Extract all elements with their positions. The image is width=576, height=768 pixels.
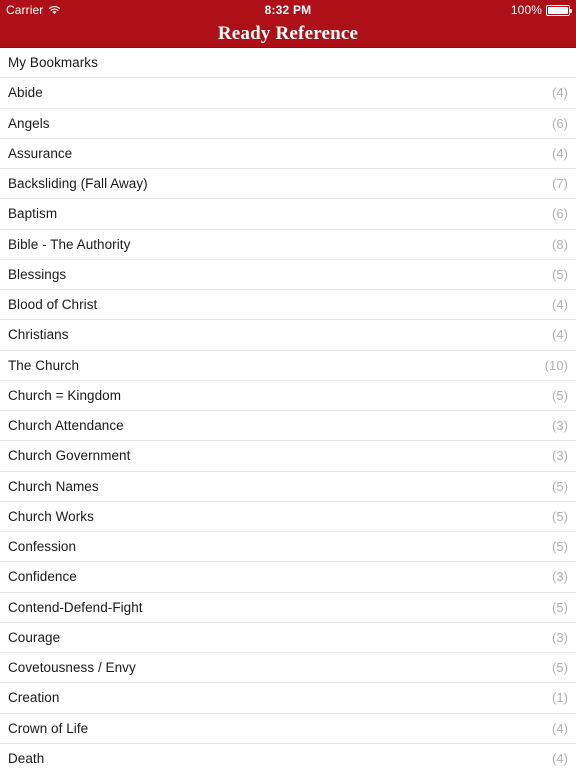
list-item-count: (4) bbox=[551, 720, 568, 736]
list-item-count: (4) bbox=[551, 85, 568, 101]
list-item[interactable]: Confession (5) bbox=[0, 532, 576, 563]
list-item-label: Bible - The Authority bbox=[8, 236, 131, 252]
list-item[interactable]: Covetousness / Envy (5) bbox=[0, 653, 576, 684]
navigation-bar: Ready Reference bbox=[0, 20, 576, 48]
list-item[interactable]: Church = Kingdom (5) bbox=[0, 380, 576, 411]
list-item-label: The Church bbox=[8, 357, 80, 373]
list-item-count: (4) bbox=[551, 297, 568, 313]
list-item-count: (7) bbox=[551, 176, 568, 192]
list-item-label: Assurance bbox=[8, 145, 73, 161]
list-item-count: (5) bbox=[551, 539, 568, 555]
list-item-label: Blessings bbox=[8, 266, 67, 282]
list-item-count: (3) bbox=[551, 629, 568, 645]
list-item-count: (4) bbox=[551, 145, 568, 161]
status-bar: Carrier 8:32 PM 100% bbox=[0, 0, 576, 20]
list-item-label: Church Works bbox=[8, 508, 94, 524]
list-item-label: Creation bbox=[8, 690, 60, 706]
list-item[interactable]: Baptism (6) bbox=[0, 199, 576, 230]
list-item-label: Abide bbox=[8, 85, 43, 101]
list-item[interactable]: Bible - The Authority (8) bbox=[0, 229, 576, 260]
battery-percent-label: 100% bbox=[510, 3, 542, 17]
list-item[interactable]: Contend-Defend-Fight (5) bbox=[0, 592, 576, 623]
list-item[interactable]: Confidence (3) bbox=[0, 562, 576, 593]
list-item-count: (6) bbox=[551, 115, 568, 131]
list-item-label: Death bbox=[8, 750, 45, 766]
list-item[interactable]: Church Names (5) bbox=[0, 471, 576, 502]
list-item[interactable]: Death (4) bbox=[0, 743, 576, 768]
list-item-count: (1) bbox=[551, 690, 568, 706]
list-item[interactable]: Backsliding (Fall Away) (7) bbox=[0, 169, 576, 200]
list-item-label: Blood of Christ bbox=[8, 297, 98, 313]
list-item-count: (5) bbox=[551, 599, 568, 615]
list-item[interactable]: Blood of Christ (4) bbox=[0, 290, 576, 321]
list-item[interactable]: Crown of Life (4) bbox=[0, 713, 576, 744]
list-item-count: (5) bbox=[551, 266, 568, 282]
list-item-label: Church Names bbox=[8, 478, 99, 494]
list-item-label: Contend-Defend-Fight bbox=[8, 599, 143, 615]
list-item-count: (5) bbox=[551, 478, 568, 494]
list-item-label: Christians bbox=[8, 327, 69, 343]
list-item-label: Crown of Life bbox=[8, 720, 89, 736]
battery-full-icon bbox=[546, 4, 572, 16]
status-bar-right: 100% bbox=[510, 3, 572, 17]
list-item-label: My Bookmarks bbox=[8, 55, 98, 71]
list-item-label: Church = Kingdom bbox=[8, 387, 121, 403]
list-item-count: (5) bbox=[551, 508, 568, 524]
carrier-label: Carrier bbox=[6, 3, 44, 17]
list-item[interactable]: Church Attendance (3) bbox=[0, 411, 576, 442]
list-item-label: Backsliding (Fall Away) bbox=[8, 176, 148, 192]
list-item-count: (3) bbox=[551, 569, 568, 585]
battery-fill bbox=[548, 6, 568, 14]
list-item[interactable]: Angels (6) bbox=[0, 108, 576, 139]
list-item-count: (8) bbox=[551, 236, 568, 252]
list-item-count: (3) bbox=[551, 448, 568, 464]
list-item-label: Angels bbox=[8, 115, 50, 131]
list-item[interactable]: Blessings (5) bbox=[0, 259, 576, 290]
list-item-label: Confession bbox=[8, 539, 77, 555]
list-item[interactable]: Assurance (4) bbox=[0, 138, 576, 169]
list-item-count: (5) bbox=[551, 387, 568, 403]
list-item-label: Confidence bbox=[8, 569, 77, 585]
status-bar-time: 8:32 PM bbox=[264, 3, 312, 17]
page-title: Ready Reference bbox=[217, 22, 359, 44]
list-item[interactable]: Abide (4) bbox=[0, 78, 576, 109]
list-item-count: (3) bbox=[551, 418, 568, 434]
list-item-label: Church Attendance bbox=[8, 418, 124, 434]
list-item-count: (4) bbox=[551, 327, 568, 343]
list-item-count: (6) bbox=[551, 206, 568, 222]
list-item[interactable]: Church Works (5) bbox=[0, 501, 576, 532]
list-item-label: Church Government bbox=[8, 448, 131, 464]
list-item[interactable]: Christians (4) bbox=[0, 320, 576, 351]
topic-list[interactable]: My Bookmarks Abide (4) Angels (6) Assurance (4… bbox=[0, 48, 576, 768]
list-item[interactable]: My Bookmarks bbox=[0, 48, 576, 79]
list-item[interactable]: The Church (10) bbox=[0, 350, 576, 381]
list-item[interactable]: Courage (3) bbox=[0, 622, 576, 653]
list-item[interactable]: Church Government (3) bbox=[0, 441, 576, 472]
list-item-label: Baptism bbox=[8, 206, 58, 222]
list-item-label: Covetousness / Envy bbox=[8, 660, 136, 676]
list-item-count: (4) bbox=[551, 750, 568, 766]
list-item[interactable]: Creation (1) bbox=[0, 683, 576, 714]
list-item-count: (5) bbox=[551, 660, 568, 676]
list-item-count: (10) bbox=[544, 357, 568, 373]
app-root: Carrier 8:32 PM 100% Ready Reference My … bbox=[0, 0, 576, 768]
status-bar-left: Carrier bbox=[6, 3, 61, 17]
list-item-label: Courage bbox=[8, 629, 61, 645]
wifi-icon bbox=[48, 5, 61, 15]
